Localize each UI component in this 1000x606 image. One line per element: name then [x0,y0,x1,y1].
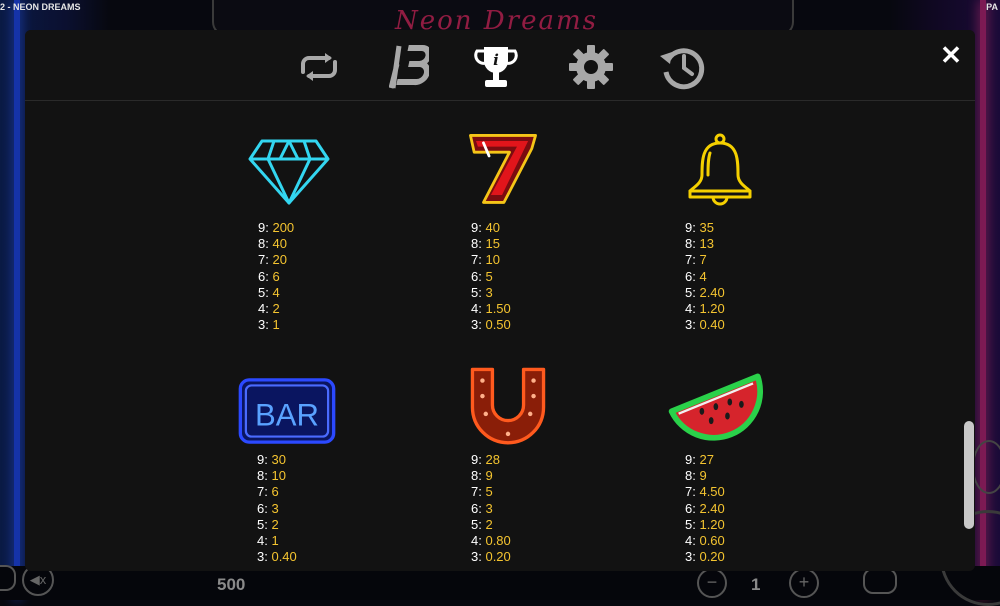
seven-icon [469,134,537,204]
payout-row: 8: 40 [258,236,287,252]
paytable-content: 9: 200 8: 40 7: 20 6: 6 5: 4 4: 2 3: 1 9… [25,101,975,571]
payout-row: 6: 6 [258,268,280,284]
payout-row: 4: 1.20 [685,301,725,317]
payout-row: 3: 0.40 [257,549,297,565]
payout-row: 5: 3 [471,284,493,300]
payout-row: 6: 2.40 [685,500,725,516]
payout-row: 4: 2 [258,301,280,317]
payout-row: 6: 3 [471,500,493,516]
payout-row: 3: 0.20 [471,549,511,565]
payout-row: 4: 0.80 [471,533,511,549]
payout-row: 3: 0.50 [471,317,511,333]
background-neon-tube-left [14,0,20,600]
payout-row: 4: 1 [257,533,279,549]
payout-row: 3: 0.20 [685,549,725,565]
b-logo-icon [389,45,429,89]
payout-row: 7: 10 [471,252,500,268]
bar-icon: BAR [238,378,336,444]
paytable-diamond: 9: 200 8: 40 7: 20 6: 6 5: 4 4: 2 3: 1 [258,220,294,333]
menu-button[interactable] [0,565,16,591]
repeat-icon [301,53,337,81]
trophy-info-icon: i [474,47,518,87]
tab-paytable[interactable]: i [469,40,523,94]
payout-row: 5: 2.40 [685,284,725,300]
payout-row: 9: 40 [471,220,500,235]
bell-icon [688,133,752,206]
paytable-seven: 9: 40 8: 15 7: 10 6: 5 5: 3 4: 1.50 3: 0… [471,220,511,333]
payout-row: 5: 1.20 [685,516,725,532]
info-modal: i ✕ 9: 200 8: 40 7: 20 6: 6 5: 4 4: 2 3:… [25,30,975,571]
payout-row: 9: 27 [685,452,714,467]
payout-row: 4: 1.50 [471,301,511,317]
tab-settings[interactable] [564,40,618,94]
payout-row: 8: 9 [471,468,493,484]
game-title: 2 - NEON DREAMS [0,2,81,12]
stake-value: 500 [217,575,246,594]
watermelon-icon [668,373,763,441]
brand-side-icon [972,440,1000,494]
decrease-bet-button[interactable]: − [697,568,727,598]
payout-row: 5: 2 [471,516,493,532]
autoplay-button[interactable] [863,568,897,594]
scrollbar-thumb[interactable] [964,421,974,529]
payout-row: 7: 7 [685,252,707,268]
paytable-bell: 9: 35 8: 13 7: 7 6: 4 5: 2.40 4: 1.20 3:… [685,220,725,333]
payout-row: 3: 0.40 [685,317,725,333]
payout-row: 9: 200 [258,220,295,235]
bar-label: BAR [255,397,319,432]
bottom-bar [0,566,1000,600]
payout-row: 7: 6 [257,484,279,500]
payout-row: 5: 4 [258,284,280,300]
payout-row: 7: 5 [471,484,493,500]
horseshoe-icon [470,367,546,445]
payout-row: 6: 3 [257,500,279,516]
tab-history[interactable] [655,40,709,94]
payout-row: 8: 9 [685,468,707,484]
payout-row: 8: 13 [685,236,714,252]
tab-autoplay[interactable] [292,40,346,94]
payout-row: 5: 2 [257,516,279,532]
payout-row: 7: 20 [258,252,287,268]
payout-row: 9: 30 [257,452,286,467]
payout-row: 6: 4 [685,268,707,284]
paytable-horseshoe: 9: 28 8: 9 7: 5 6: 3 5: 2 4: 0.80 3: 0.2… [471,452,511,565]
close-button[interactable]: ✕ [937,42,965,70]
payout-row: 3: 1 [258,317,280,333]
paytable-watermelon: 9: 27 8: 9 7: 4.50 6: 2.40 5: 1.20 4: 0.… [685,452,725,565]
diamond-icon [248,139,330,205]
modal-header: i ✕ [25,30,975,101]
paytable-bar: 9: 30 8: 10 7: 6 6: 3 5: 2 4: 1 3: 0.40 [257,452,297,565]
payout-row: 8: 10 [257,468,286,484]
payout-row: 7: 4.50 [685,484,725,500]
paytable-title-fragment: PA [986,2,998,12]
bet-level-value: 1 [751,575,761,594]
increase-bet-button[interactable]: + [789,568,819,598]
payout-row: 4: 0.60 [685,533,725,549]
gear-icon [569,45,613,89]
payout-row: 9: 28 [471,452,500,467]
svg-text:i: i [493,51,499,69]
payout-row: 6: 5 [471,268,493,284]
payout-row: 9: 35 [685,220,714,235]
payout-row: 8: 15 [471,236,500,252]
tab-brand[interactable] [382,40,436,94]
history-icon [660,48,705,90]
